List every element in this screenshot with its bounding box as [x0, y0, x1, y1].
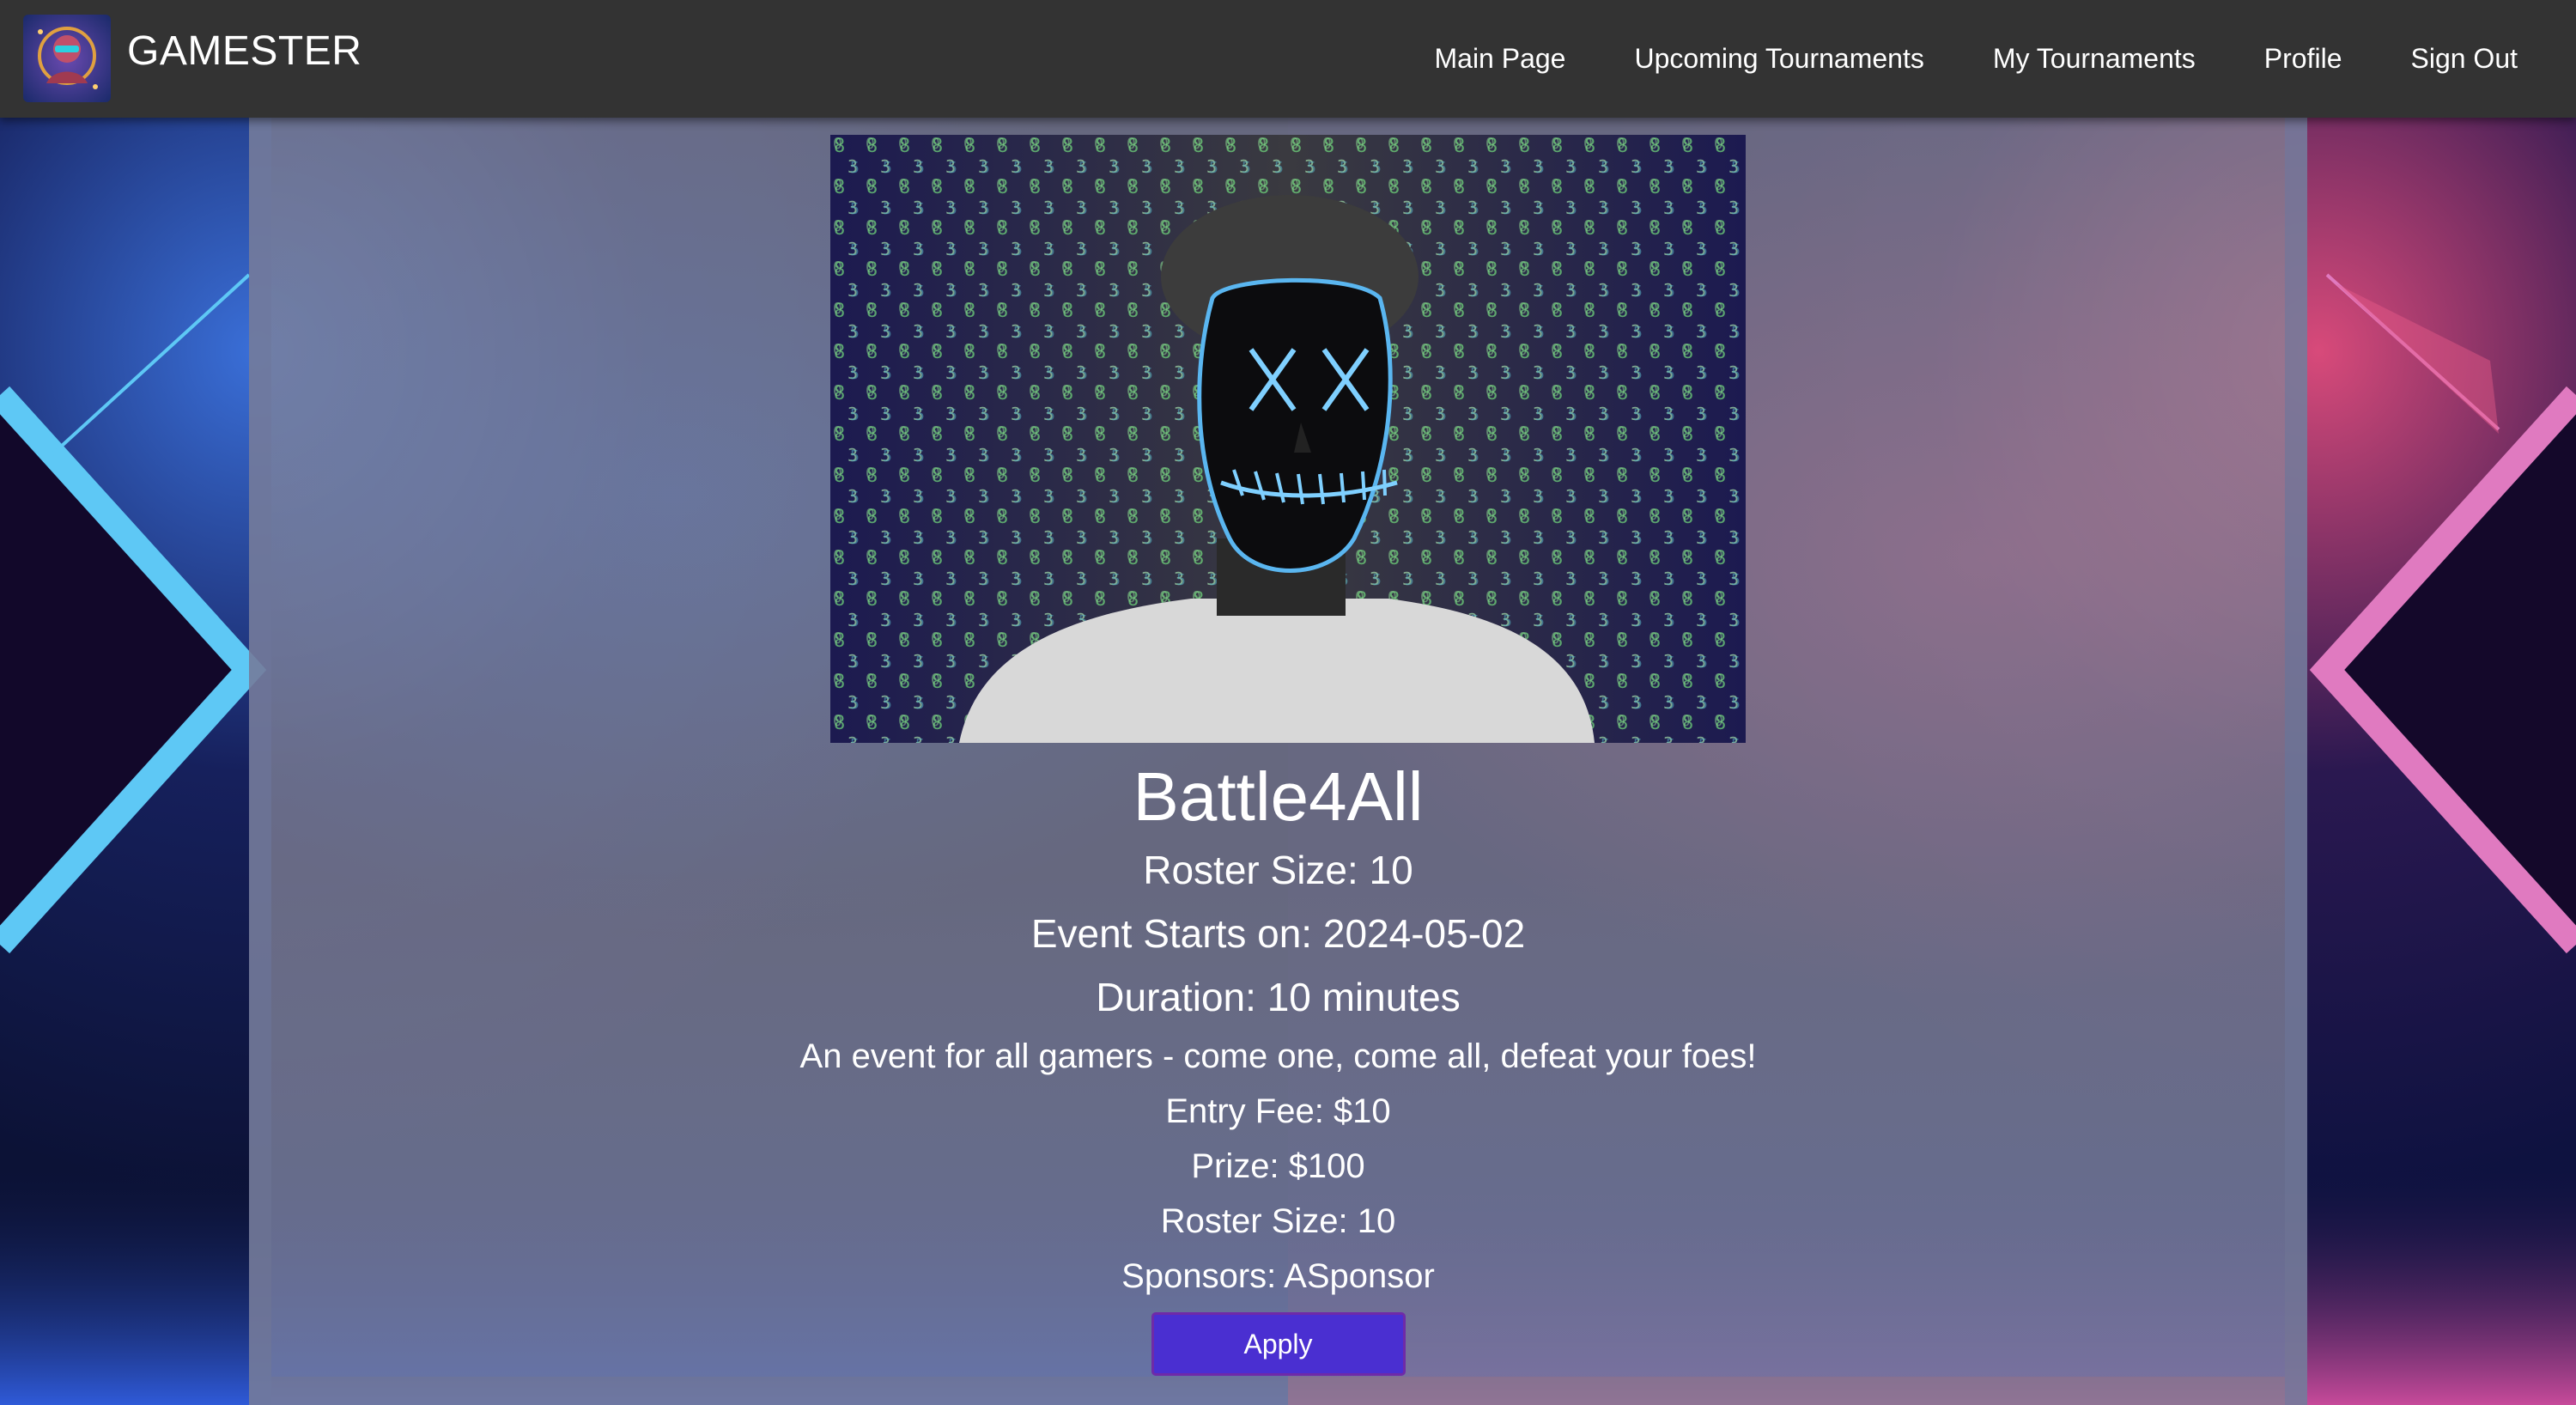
- nav-menu: Main Page Upcoming Tournaments My Tourna…: [1434, 0, 2576, 118]
- event-start-date: Event Starts on: 2024-05-02: [1030, 911, 1526, 956]
- apply-button[interactable]: Apply: [1151, 1312, 1406, 1376]
- masked-hacker-matrix-image: 8 3 5 0: [830, 135, 1746, 743]
- event-duration: Duration: 10 minutes: [1096, 975, 1461, 1019]
- brand-name[interactable]: GAMESTER: [127, 26, 361, 77]
- nav-link-sign-out[interactable]: Sign Out: [2410, 43, 2518, 75]
- nav-link-upcoming-tournaments[interactable]: Upcoming Tournaments: [1634, 43, 1923, 75]
- tournament-title: Battle4All: [1133, 758, 1424, 835]
- event-description: An event for all gamers - come one, come…: [799, 1037, 1757, 1075]
- entry-fee: Entry Fee: $10: [1165, 1092, 1391, 1130]
- page: 8 3 5 0: [0, 0, 2576, 1405]
- nav-link-my-tournaments[interactable]: My Tournaments: [1993, 43, 2196, 75]
- top-navbar: GAMESTER Main Page Upcoming Tournaments …: [0, 0, 2576, 118]
- nav-link-main-page[interactable]: Main Page: [1434, 43, 1565, 75]
- nav-link-profile[interactable]: Profile: [2264, 43, 2342, 75]
- sponsors: Sponsors: ASponsor: [1121, 1257, 1435, 1295]
- tournament-details: Battle4All Roster Size: 10 Event Starts …: [249, 756, 2307, 1376]
- roster-size: Roster Size: 10: [1160, 1202, 1396, 1240]
- gamer-mascot-logo[interactable]: [23, 15, 111, 102]
- roster-size-heading: Roster Size: 10: [1143, 848, 1413, 892]
- prize: Prize: $100: [1191, 1147, 1365, 1185]
